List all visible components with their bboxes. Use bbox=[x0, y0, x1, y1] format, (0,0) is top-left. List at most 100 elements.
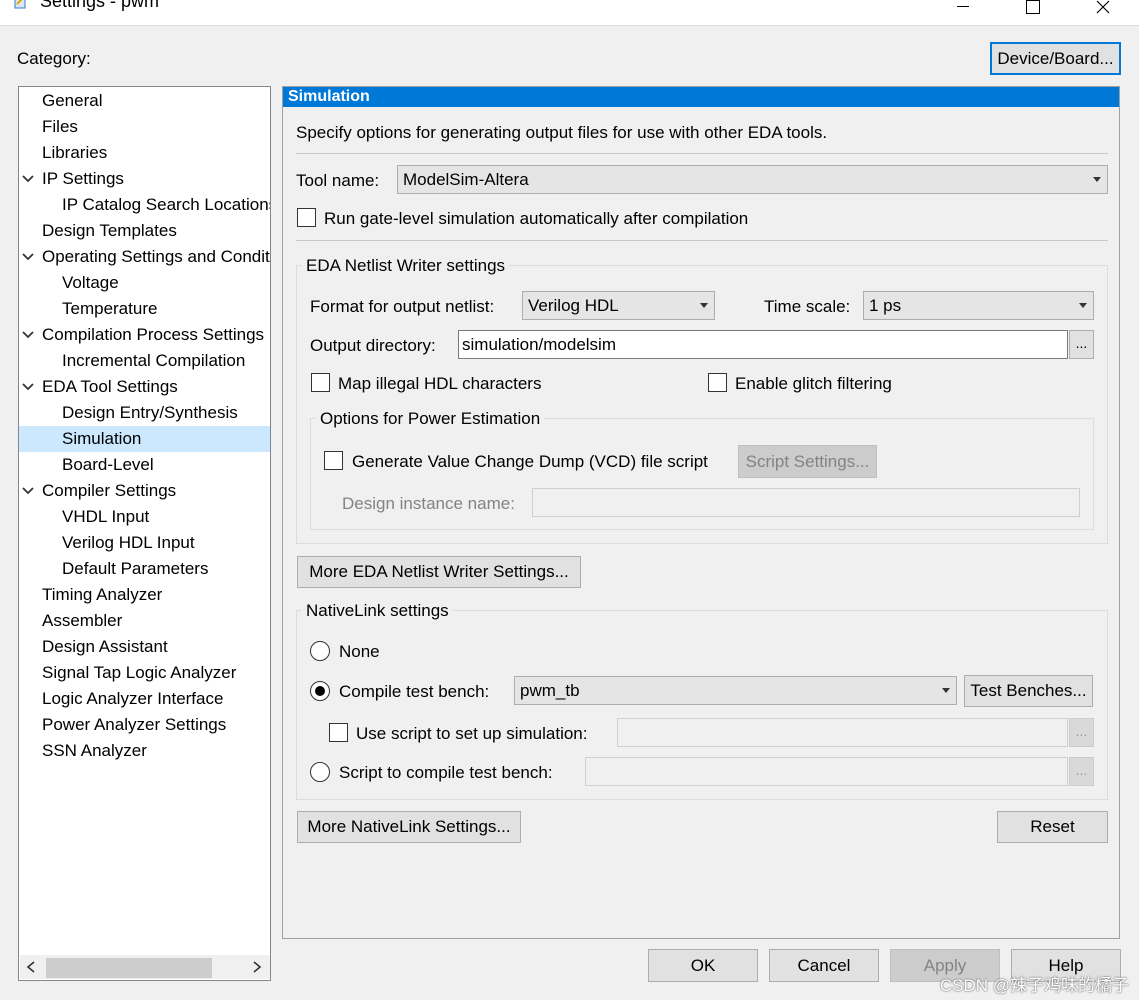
tree-item-vhdl-input[interactable]: VHDL Input bbox=[19, 504, 270, 530]
run-gate-level-checkbox[interactable] bbox=[297, 208, 316, 227]
tree-item-temperature[interactable]: Temperature bbox=[19, 296, 270, 322]
tree-item-default-parameters[interactable]: Default Parameters bbox=[19, 556, 270, 582]
tree-item-design-templates[interactable]: Design Templates bbox=[19, 218, 270, 244]
maximize-button[interactable] bbox=[1010, 0, 1056, 22]
tree-item-simulation[interactable]: Simulation bbox=[19, 426, 270, 452]
output-directory-input[interactable]: simulation/modelsim bbox=[458, 330, 1068, 359]
category-label: Category: bbox=[17, 49, 91, 68]
tree-item-ip-catalog-search-locations[interactable]: IP Catalog Search Locations bbox=[19, 192, 270, 218]
maximize-icon bbox=[1026, 0, 1040, 14]
minimize-button[interactable] bbox=[940, 0, 986, 22]
vcd-label: Generate Value Change Dump (VCD) file sc… bbox=[352, 452, 708, 471]
tree-item-voltage[interactable]: Voltage bbox=[19, 270, 270, 296]
tree-item-label: Operating Settings and Conditions bbox=[42, 247, 270, 266]
compile-test-bench-label: Compile test bench: bbox=[339, 682, 490, 701]
map-illegal-label: Map illegal HDL characters bbox=[338, 374, 542, 393]
chevron-down-icon bbox=[700, 303, 708, 308]
nativelink-group-label: NativeLink settings bbox=[302, 601, 453, 621]
script-settings-button[interactable]: Script Settings... bbox=[738, 445, 877, 478]
close-button[interactable] bbox=[1080, 0, 1126, 22]
tree-item-compiler-settings[interactable]: Compiler Settings bbox=[19, 478, 270, 504]
tree-item-compilation-process-settings[interactable]: Compilation Process Settings bbox=[19, 322, 270, 348]
tree-item-ssn-analyzer[interactable]: SSN Analyzer bbox=[19, 738, 270, 764]
close-icon bbox=[1096, 0, 1110, 14]
compile-test-bench-select[interactable]: pwm_tb bbox=[514, 676, 957, 705]
power-estimation-group-label: Options for Power Estimation bbox=[316, 409, 545, 429]
tree-item-operating-settings-and-conditions[interactable]: Operating Settings and Conditions bbox=[19, 244, 270, 270]
tool-name-select[interactable]: ModelSim-Altera bbox=[397, 165, 1108, 194]
device-board-button[interactable]: Device/Board... bbox=[990, 42, 1121, 75]
tree-item-timing-analyzer[interactable]: Timing Analyzer bbox=[19, 582, 270, 608]
none-radio[interactable] bbox=[310, 641, 330, 661]
tree-item-label: Power Analyzer Settings bbox=[42, 715, 227, 734]
tree-item-eda-tool-settings[interactable]: EDA Tool Settings bbox=[19, 374, 270, 400]
scrollbar-thumb[interactable] bbox=[46, 958, 212, 978]
tree-item-label: VHDL Input bbox=[62, 507, 150, 526]
tree-item-label: Design Templates bbox=[42, 221, 177, 240]
tree-item-ip-settings[interactable]: IP Settings bbox=[19, 166, 270, 192]
chevron-down-icon[interactable] bbox=[21, 381, 35, 393]
glitch-filtering-checkbox[interactable] bbox=[708, 373, 727, 392]
reset-button[interactable]: Reset bbox=[997, 811, 1108, 843]
use-script-input[interactable] bbox=[617, 718, 1068, 747]
design-instance-input[interactable] bbox=[532, 488, 1080, 517]
tree-item-label: EDA Tool Settings bbox=[42, 377, 178, 396]
test-benches-button[interactable]: Test Benches... bbox=[964, 675, 1093, 707]
use-script-checkbox[interactable] bbox=[329, 723, 348, 742]
more-netlist-settings-button[interactable]: More EDA Netlist Writer Settings... bbox=[297, 556, 581, 588]
tree-item-assembler[interactable]: Assembler bbox=[19, 608, 270, 634]
cancel-button[interactable]: Cancel bbox=[769, 949, 879, 982]
minimize-icon bbox=[957, 6, 969, 7]
tree-item-label: Simulation bbox=[62, 429, 142, 448]
tree-item-logic-analyzer-interface[interactable]: Logic Analyzer Interface bbox=[19, 686, 270, 712]
vcd-checkbox[interactable] bbox=[324, 451, 343, 470]
time-scale-select[interactable]: 1 ps bbox=[863, 291, 1094, 320]
tree-item-signal-tap-logic-analyzer[interactable]: Signal Tap Logic Analyzer bbox=[19, 660, 270, 686]
use-script-browse-button[interactable]: ... bbox=[1069, 718, 1094, 747]
output-directory-value: simulation/modelsim bbox=[462, 335, 616, 354]
none-label: None bbox=[339, 642, 380, 661]
tree-item-design-assistant[interactable]: Design Assistant bbox=[19, 634, 270, 660]
chevron-down-icon[interactable] bbox=[21, 173, 35, 185]
tree-item-label: Board-Level bbox=[62, 455, 154, 474]
format-select[interactable]: Verilog HDL bbox=[522, 291, 715, 320]
tree-item-power-analyzer-settings[interactable]: Power Analyzer Settings bbox=[19, 712, 270, 738]
tree-item-label: Design Assistant bbox=[42, 637, 168, 656]
tree-item-libraries[interactable]: Libraries bbox=[19, 140, 270, 166]
tree-item-files[interactable]: Files bbox=[19, 114, 270, 140]
compile-test-bench-radio[interactable] bbox=[310, 681, 330, 701]
tree-item-general[interactable]: General bbox=[19, 88, 270, 114]
simulation-panel: Simulation Specify options for generatin… bbox=[282, 86, 1120, 939]
more-nativelink-settings-button[interactable]: More NativeLink Settings... bbox=[297, 811, 521, 843]
chevron-down-icon[interactable] bbox=[21, 251, 35, 263]
chevron-down-icon[interactable] bbox=[21, 329, 35, 341]
tree-item-label: Compiler Settings bbox=[42, 481, 177, 500]
tree-item-design-entry-synthesis[interactable]: Design Entry/Synthesis bbox=[19, 400, 270, 426]
script-compile-browse-button[interactable]: ... bbox=[1069, 757, 1094, 786]
format-value: Verilog HDL bbox=[528, 296, 619, 315]
output-directory-browse-button[interactable]: ... bbox=[1069, 330, 1094, 359]
chevron-down-icon[interactable] bbox=[21, 485, 35, 497]
script-compile-label: Script to compile test bench: bbox=[339, 763, 553, 782]
tree-horizontal-scrollbar[interactable] bbox=[20, 955, 270, 979]
script-compile-input[interactable] bbox=[585, 757, 1068, 786]
tree-item-verilog-hdl-input[interactable]: Verilog HDL Input bbox=[19, 530, 270, 556]
tree-item-label: Temperature bbox=[62, 299, 158, 318]
tree-item-label: Verilog HDL Input bbox=[62, 533, 195, 552]
scroll-left-icon[interactable] bbox=[26, 961, 36, 973]
scroll-right-icon[interactable] bbox=[252, 961, 262, 973]
tree-item-incremental-compilation[interactable]: Incremental Compilation bbox=[19, 348, 270, 374]
chevron-down-icon bbox=[1093, 177, 1101, 182]
script-compile-radio[interactable] bbox=[310, 762, 330, 782]
divider bbox=[296, 240, 1108, 241]
ok-button[interactable]: OK bbox=[648, 949, 758, 982]
title-bar: Settings - pwm bbox=[0, 0, 1139, 26]
compile-test-bench-value: pwm_tb bbox=[520, 681, 580, 700]
tool-name-value: ModelSim-Altera bbox=[403, 170, 529, 189]
tree-item-board-level[interactable]: Board-Level bbox=[19, 452, 270, 478]
tree-item-label: Default Parameters bbox=[62, 559, 209, 578]
map-illegal-checkbox[interactable] bbox=[311, 373, 330, 392]
category-tree[interactable]: General Files Libraries IP Settings IP Catal… bbox=[18, 86, 271, 981]
tree-item-label: Design Entry/Synthesis bbox=[62, 403, 238, 422]
tool-name-label: Tool name: bbox=[296, 171, 380, 190]
